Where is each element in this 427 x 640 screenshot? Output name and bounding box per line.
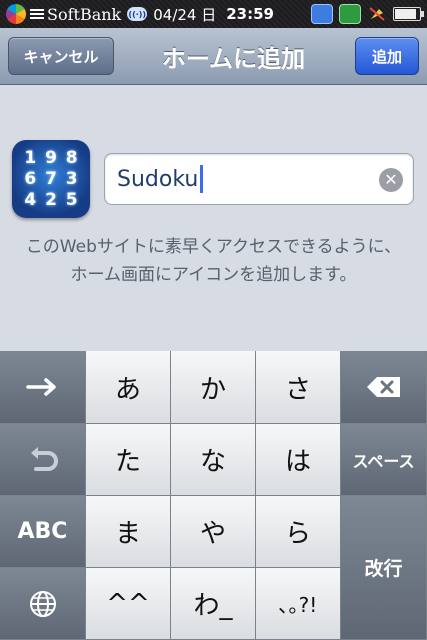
- punctuation-key[interactable]: ､｡?!: [256, 568, 341, 640]
- kana-key-wa[interactable]: わ_: [171, 568, 256, 640]
- icon-digit: 4: [24, 189, 37, 210]
- title-input-value: Sudoku: [117, 166, 199, 192]
- kana-key-a[interactable]: あ: [86, 351, 171, 424]
- kana-key-ha[interactable]: は: [256, 424, 341, 496]
- navigation-bar: キャンセル ホームに追加 追加: [0, 28, 427, 85]
- apple-logo-icon: [6, 4, 26, 24]
- globe-icon: [29, 590, 56, 617]
- status-date: 04/24 日: [153, 5, 217, 24]
- backspace-key[interactable]: [341, 351, 427, 424]
- cancel-button[interactable]: キャンセル: [8, 37, 114, 75]
- kana-key-ra[interactable]: ら: [256, 496, 341, 568]
- abc-mode-key[interactable]: ABC: [0, 496, 86, 568]
- download-icon: [339, 4, 361, 24]
- page-title: ホームに追加: [161, 44, 306, 73]
- japanese-kana-keyboard: あ か さ た な は スペース ABC ま や ら 改行 ^^ わ_ ､｡?!: [0, 351, 427, 640]
- kana-key-ta[interactable]: た: [86, 424, 171, 496]
- return-key[interactable]: 改行: [341, 496, 427, 640]
- backspace-icon: [366, 377, 400, 397]
- sudoku-digit-grid: 1 9 8 6 7 3 4 2 5: [20, 148, 82, 210]
- sync-icon: [311, 4, 333, 24]
- undo-icon: [30, 446, 58, 471]
- icon-digit: 1: [24, 148, 37, 169]
- wifi-icon: ((·)): [127, 7, 148, 21]
- icon-digit: 3: [65, 168, 78, 189]
- icon-digit: 7: [45, 168, 57, 189]
- add-button[interactable]: 追加: [355, 37, 419, 75]
- icon-digit: 9: [45, 148, 57, 169]
- kana-key-na[interactable]: な: [171, 424, 256, 496]
- space-key[interactable]: スペース: [341, 424, 427, 496]
- text-caret: [200, 165, 204, 193]
- status-time: 23:59: [226, 5, 274, 23]
- icon-digit: 5: [65, 189, 78, 210]
- battery-icon: [393, 7, 424, 21]
- clear-icon[interactable]: ✕: [379, 168, 403, 192]
- emoticon-key[interactable]: ^^: [86, 568, 171, 640]
- add-to-home-panel: 1 9 8 6 7 3 4 2 5 Sudoku ✕ このWebサイトに素早くア…: [0, 85, 427, 351]
- carrier-name: SoftBank: [47, 4, 122, 24]
- status-bar: SoftBank ((·)) 04/24 日 23:59: [0, 0, 427, 28]
- kana-key-ka[interactable]: か: [171, 351, 256, 424]
- kana-key-ya[interactable]: や: [171, 496, 256, 568]
- signal-icon: [30, 9, 44, 19]
- title-input[interactable]: Sudoku ✕: [104, 153, 414, 205]
- mute-icon: [367, 5, 387, 23]
- description-text: このWebサイトに素早くアクセスできるように、ホーム画面にアイコンを追加します。: [25, 237, 402, 285]
- kana-key-ma[interactable]: ま: [86, 496, 171, 568]
- kana-key-sa[interactable]: さ: [256, 351, 341, 424]
- icon-digit: 6: [24, 168, 37, 189]
- globe-key[interactable]: [0, 568, 86, 640]
- icon-digit: 2: [45, 189, 57, 210]
- right-arrow-icon: [25, 378, 56, 396]
- icon-digit: 8: [65, 148, 78, 169]
- sudoku-app-icon: 1 9 8 6 7 3 4 2 5: [12, 140, 90, 218]
- right-arrow-key[interactable]: [0, 351, 86, 424]
- undo-key[interactable]: [0, 424, 86, 496]
